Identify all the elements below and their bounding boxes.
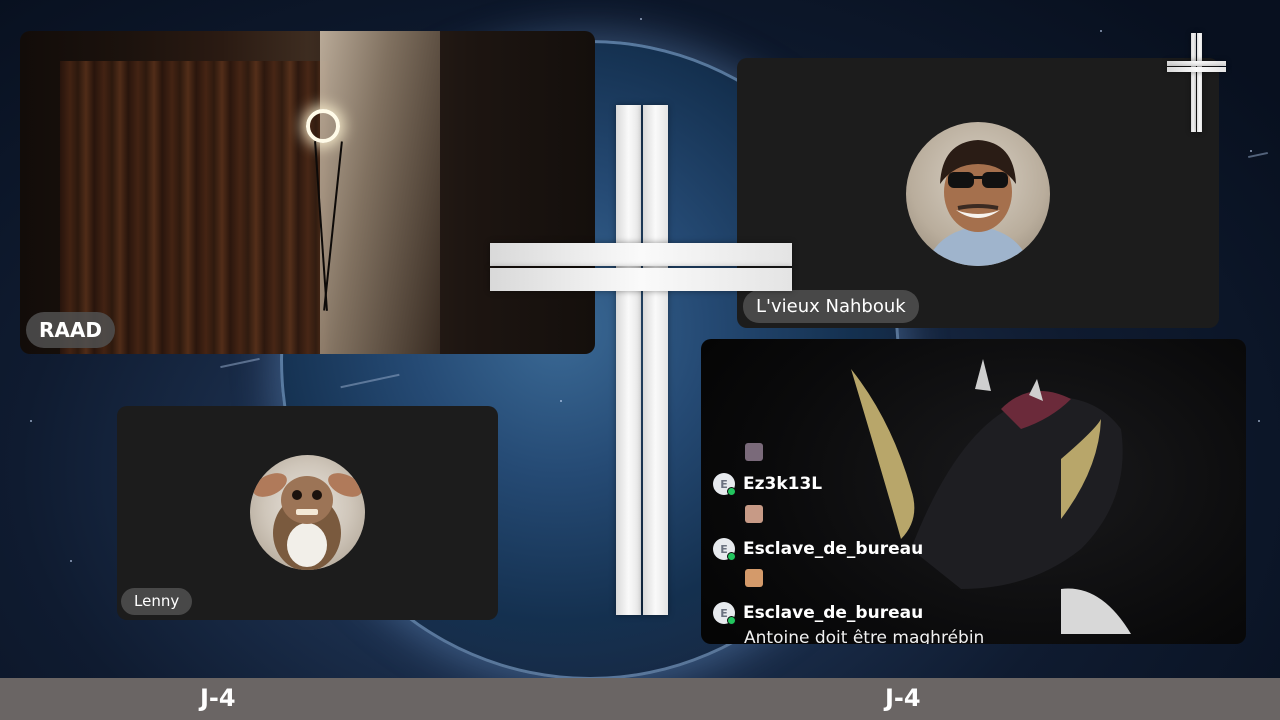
countdown-right: J-4 — [885, 684, 921, 712]
chat-username[interactable]: Esclave_de_bureau — [743, 539, 923, 559]
avatar — [906, 122, 1050, 266]
lit-wall — [320, 31, 440, 354]
countdown-left: J-4 — [200, 684, 236, 712]
chat-message: E Esclave_de_bureau — [713, 538, 923, 561]
emote-icon — [745, 505, 763, 523]
video-tile-raad[interactable]: RAAD — [20, 31, 595, 354]
user-badge-icon: E — [713, 538, 736, 561]
video-tile-nahbouk[interactable]: L'vieux Nahbouk — [737, 58, 1219, 328]
chat-message: E Esclave_de_bureau — [713, 602, 923, 625]
chat-message-text: Antoine doit être maghrébin — [744, 628, 985, 644]
user-badge-icon: E — [713, 602, 736, 625]
participant-name-label: Lenny — [121, 588, 193, 615]
video-tile-lenny[interactable]: Lenny — [117, 406, 498, 620]
avatar — [250, 455, 365, 570]
participant-name-label: L'vieux Nahbouk — [743, 290, 919, 323]
user-badge-icon: E — [713, 473, 736, 496]
chat-username[interactable]: Ez3k13L — [743, 474, 822, 494]
participant-name-label: RAAD — [26, 312, 115, 348]
ring-light — [306, 109, 340, 143]
chat-message: E Ez3k13L — [713, 473, 822, 496]
bottom-countdown-bar: J-4 J-4 — [0, 678, 1280, 720]
stream-tile[interactable]: E Ez3k13L E Esclave_de_bureau E Esclave_… — [701, 339, 1246, 644]
curtain — [60, 61, 330, 354]
chat-username[interactable]: Esclave_de_bureau — [743, 603, 923, 623]
emote-icon — [745, 569, 763, 587]
